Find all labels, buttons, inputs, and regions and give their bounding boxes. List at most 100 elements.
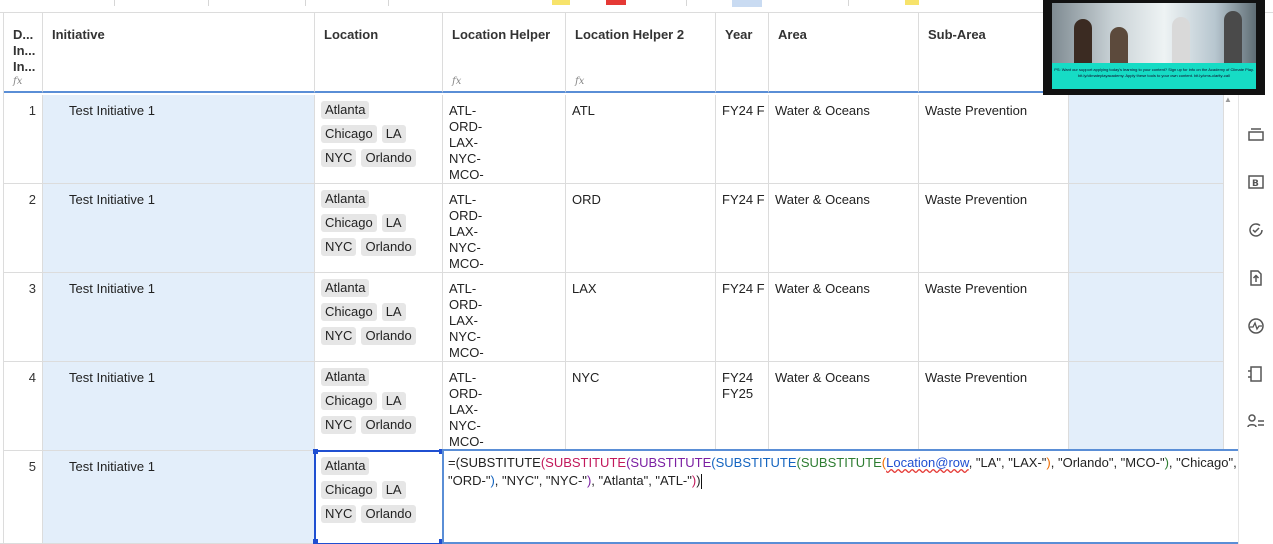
selected-cell[interactable]: Atlanta Chicago LA NYC Orlando [314,450,444,544]
location-tag: Atlanta [321,457,370,475]
location-tag: NYC [321,416,357,434]
column-header-initiative[interactable]: Initiative [43,13,315,93]
table-cell[interactable]: Water & Oceans [769,184,919,273]
table-cell[interactable]: FY24 F [716,273,769,362]
table-cell[interactable]: Waste Prevention [919,362,1069,451]
briefcase-icon[interactable]: B [1245,171,1267,193]
column-header-area[interactable]: Area [769,13,919,93]
location-tag: Chicago [321,125,377,143]
table-cell[interactable]: NYC [566,362,716,451]
column-header-helper2[interactable]: Location Helper 2 fx [566,13,716,93]
table-cell[interactable]: LAX [566,273,716,362]
location-tag: Orlando [361,416,416,434]
location-tags: Atlanta Chicago LA NYC Orlando [315,362,442,440]
table-cell[interactable]: Test Initiative 1 [43,95,315,184]
helper-line: LAX- [449,135,478,150]
toolbar-icon[interactable] [905,0,919,5]
table-cell[interactable] [1069,184,1224,273]
area-value: Water & Oceans [775,103,870,118]
text-caret [700,474,702,490]
table-cell[interactable]: Atlanta Chicago LA NYC Orlando [315,184,443,273]
initiative-value: Test Initiative 1 [69,281,155,296]
table-cell[interactable]: ATL- ORD- LAX- NYC- MCO- [443,184,566,273]
row-number[interactable]: 3 [4,273,43,362]
activity-icon[interactable] [1245,315,1267,337]
location-tag: LA [381,392,406,410]
formula-editor[interactable]: =(SUBSTITUTE(SUBSTITUTE(SUBSTITUTE(SUBST… [442,449,1273,544]
helper-line: LAX- [449,224,478,239]
table-cell[interactable] [1069,95,1224,184]
scroll-up-arrow[interactable]: ▲ [1224,95,1234,107]
table-cell[interactable]: FY24 FY25 [716,362,769,451]
helper-line: NYC- [449,418,481,433]
table-cell[interactable]: Waste Prevention [919,273,1069,362]
table-cell[interactable]: Waste Prevention [919,95,1069,184]
year-value: FY24 F [716,273,768,297]
helper-line: ORD- [449,297,483,312]
text-color-icon[interactable] [606,0,626,5]
table-cell[interactable]: ATL [566,95,716,184]
refresh-check-icon[interactable] [1245,219,1267,241]
helper-line: ORD- [449,208,483,223]
column-header-helper[interactable]: Location Helper fx [443,13,566,93]
table-cell[interactable]: ATL- ORD- LAX- NYC- MCO- [443,273,566,362]
helper-line: NYC- [449,329,481,344]
video-overlay[interactable]: PS: Want our support applying today's le… [1043,0,1265,95]
location-tag: Chicago [321,392,377,410]
location-tag: Chicago [321,303,377,321]
year-line: FY24 F [722,281,765,296]
table-cell[interactable]: Atlanta Chicago LA NYC Orlando [315,362,443,451]
initiative-value: Test Initiative 1 [69,192,155,207]
location-tag: LA [381,303,406,321]
location-tags: Atlanta Chicago LA NYC Orlando [315,451,442,529]
column-header-year[interactable]: Year [716,13,769,93]
table-cell[interactable]: ORD [566,184,716,273]
location-tag: Chicago [321,481,377,499]
year-value: FY24 F [716,184,768,208]
location-tag: LA [381,214,406,232]
formula-args: , "NYC", "NYC-" [494,473,587,488]
table-cell[interactable]: Test Initiative 1 [43,362,315,451]
area-value: Water & Oceans [775,192,870,207]
table-cell[interactable]: FY24 F [716,184,769,273]
table-cell[interactable]: ATL- ORD- LAX- NYC- MCO- [443,362,566,451]
table-cell[interactable]: Water & Oceans [769,273,919,362]
table-cell[interactable]: FY24 F [716,95,769,184]
user-list-icon[interactable] [1245,411,1267,433]
layers-icon[interactable] [1245,123,1267,145]
toolbar-separator [114,0,115,6]
row-number[interactable]: 2 [4,184,43,273]
report-icon[interactable] [1245,363,1267,385]
table-cell[interactable]: Atlanta Chicago LA NYC Orlando [315,95,443,184]
toolbar-button-active[interactable] [732,0,762,7]
table-cell[interactable] [1069,273,1224,362]
table-cell[interactable]: Test Initiative 1 [43,451,315,544]
location-tags: Atlanta Chicago LA NYC Orlando [315,95,442,173]
table-cell[interactable]: Test Initiative 1 [43,273,315,362]
table-cell[interactable]: Atlanta Chicago LA NYC Orlando [315,273,443,362]
location-helper-value: ATL- ORD- LAX- NYC- MCO- [443,184,565,272]
row-number[interactable]: 5 [4,451,43,544]
toolbar-separator [848,0,849,6]
year-line: FY24 [722,370,754,385]
highlight-color-icon[interactable] [552,0,570,5]
table-cell[interactable]: Test Initiative 1 [43,184,315,273]
column-header-d[interactable]: D... In... In... fx [4,13,43,93]
selection-handle[interactable] [313,449,318,454]
formula-fn: (SUBSTITUTE [711,455,797,470]
formula-cell-reference: Location@row [886,455,969,470]
helper-line: MCO- [449,345,484,360]
table-cell[interactable] [1069,362,1224,451]
selection-handle[interactable] [313,539,318,544]
row-number[interactable]: 4 [4,362,43,451]
table-cell[interactable]: Water & Oceans [769,95,919,184]
row-number[interactable]: 1 [4,95,43,184]
table-cell[interactable]: Water & Oceans [769,362,919,451]
table-cell[interactable]: Waste Prevention [919,184,1069,273]
location-tag: Orlando [361,327,416,345]
upload-file-icon[interactable] [1245,267,1267,289]
location-helper-value: ATL- ORD- LAX- NYC- MCO- [443,273,565,361]
table-cell[interactable]: ATL- ORD- LAX- NYC- MCO- [443,95,566,184]
column-header-location[interactable]: Location [315,13,443,93]
location-tag: Orlando [361,149,416,167]
